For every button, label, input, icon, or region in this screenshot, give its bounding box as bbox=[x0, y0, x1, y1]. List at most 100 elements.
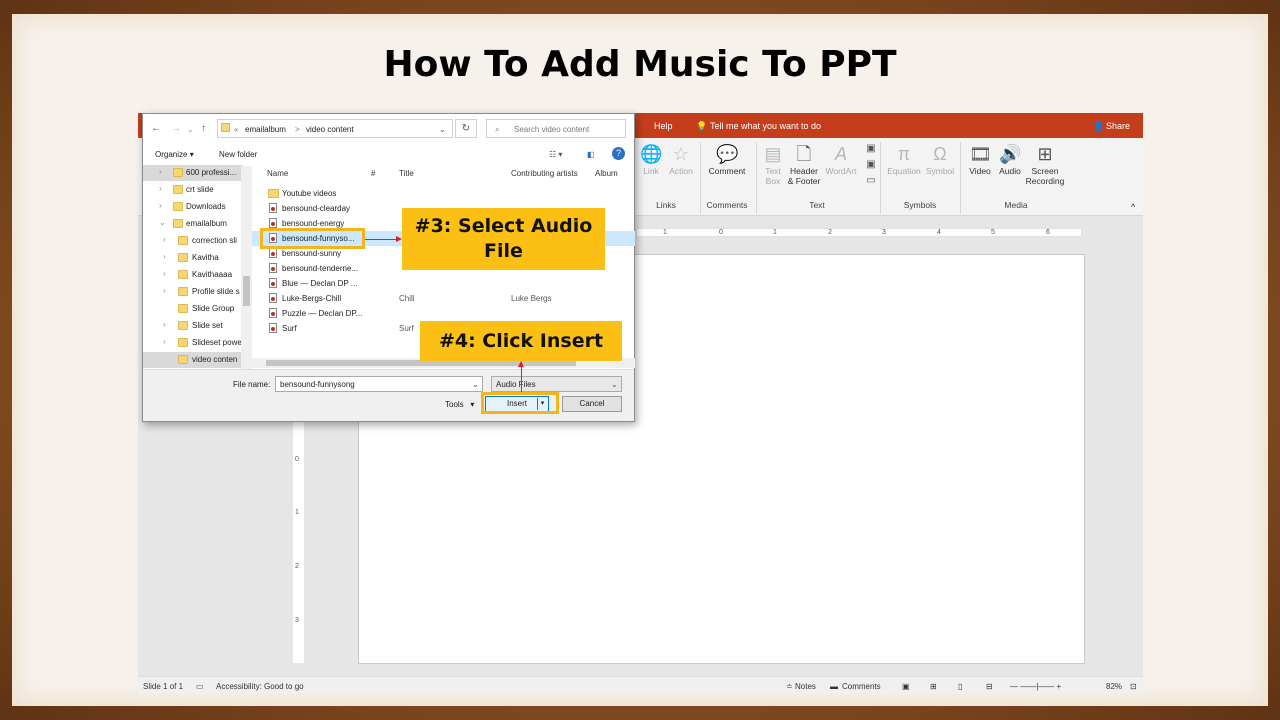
column-name[interactable]: Name bbox=[267, 169, 288, 178]
slide-sorter-icon[interactable]: ⊞ bbox=[930, 682, 937, 691]
comments-button[interactable]: Comments bbox=[842, 682, 881, 691]
search-input[interactable]: ⌕ Search video content bbox=[486, 119, 626, 138]
tree-item[interactable]: › correction sli bbox=[143, 233, 243, 249]
list-item[interactable]: Luke-Bergs-Chill Chill Luke Bergs bbox=[252, 291, 635, 306]
reading-view-icon[interactable]: ▯ bbox=[958, 682, 962, 691]
breadcrumb-video-content[interactable]: video content bbox=[306, 125, 354, 134]
screen-recording-icon: ⊞ bbox=[1037, 144, 1053, 164]
new-folder-button[interactable]: New folder bbox=[219, 150, 257, 159]
column-artists[interactable]: Contributing artists bbox=[511, 169, 578, 178]
header-footer-button[interactable]: 🗋 Header & Footer bbox=[786, 144, 822, 186]
up-arrow-icon[interactable]: ↑ bbox=[201, 123, 206, 134]
tree-item[interactable]: ⌄ emailalbum bbox=[143, 216, 243, 232]
wordart-button[interactable]: A WordArt bbox=[824, 144, 858, 176]
refresh-icon[interactable]: ↻ bbox=[455, 119, 477, 138]
status-bar: Slide 1 of 1 ▭ Accessibility: Good to go… bbox=[138, 676, 1143, 694]
step4-callout: #4: Click Insert bbox=[420, 321, 622, 361]
organize-button[interactable]: Organize ▾ bbox=[155, 150, 194, 159]
omega-icon: Ω bbox=[933, 144, 947, 164]
text-box-button[interactable]: ▤ Text Box bbox=[760, 144, 786, 186]
column-number[interactable]: # bbox=[371, 169, 375, 178]
group-text: Text bbox=[809, 200, 825, 210]
link-button[interactable]: 🌐 Link bbox=[638, 144, 664, 176]
help-icon[interactable]: ? bbox=[612, 147, 625, 160]
insert-highlight-box bbox=[481, 392, 559, 414]
action-button[interactable]: ☆ Action bbox=[666, 144, 696, 176]
normal-view-icon[interactable]: ▣ bbox=[902, 682, 910, 691]
collapse-ribbon-icon[interactable]: ^ bbox=[1128, 202, 1138, 212]
audio-button[interactable]: 🔊 Audio bbox=[996, 144, 1024, 176]
file-name-input[interactable]: bensound-funnysong ⌄ bbox=[275, 376, 483, 392]
tree-item[interactable]: › crt slide bbox=[143, 182, 243, 198]
audio-file-icon bbox=[269, 263, 277, 273]
list-item[interactable]: Puzzle — Declan DP... bbox=[252, 306, 635, 321]
group-links: Links bbox=[656, 200, 676, 210]
slideshow-icon[interactable]: ⊟ bbox=[986, 682, 993, 691]
tree-item[interactable]: › Kavitha bbox=[143, 250, 243, 266]
chevron-down-icon[interactable]: ⌄ bbox=[187, 125, 194, 134]
arrow-line bbox=[365, 239, 396, 240]
tree-item[interactable]: › Kavithaaaa bbox=[143, 267, 243, 283]
accessibility-status[interactable]: Accessibility: Good to go bbox=[216, 682, 304, 691]
cancel-button[interactable]: Cancel bbox=[562, 396, 622, 412]
star-icon: ☆ bbox=[672, 144, 690, 164]
horizontal-ruler: 1 0 1 2 3 4 5 6 bbox=[636, 228, 1082, 237]
audio-file-icon bbox=[269, 218, 277, 228]
tree-item[interactable]: › 600 professi... bbox=[143, 165, 243, 181]
video-button[interactable]: 🎞 Video bbox=[966, 144, 994, 176]
audio-file-icon bbox=[269, 203, 277, 213]
slide-number-icon: ▣ bbox=[866, 159, 876, 170]
navigation-tree: › 600 professi... › crt slide › Downloads ⌄… bbox=[143, 164, 252, 369]
group-separator bbox=[960, 142, 961, 214]
tree-item[interactable]: › Profile slide s bbox=[143, 284, 243, 300]
tree-scrollbar[interactable] bbox=[241, 166, 252, 371]
view-options-icon[interactable]: ☷ ▾ bbox=[549, 150, 562, 159]
group-separator bbox=[700, 142, 701, 214]
header-footer-icon: 🗋 bbox=[796, 144, 812, 164]
group-media: Media bbox=[1004, 200, 1028, 210]
address-bar[interactable]: « emailalbum > video content ⌄ bbox=[217, 119, 453, 138]
tree-item[interactable]: › Downloads bbox=[143, 199, 243, 215]
tree-item[interactable]: Slide Group bbox=[143, 301, 243, 317]
wordart-icon: A bbox=[834, 144, 847, 164]
file-type-select[interactable]: Audio Files ⌄ bbox=[491, 376, 622, 392]
arrow-line bbox=[521, 367, 522, 393]
lightbulb-icon: 💡 bbox=[696, 121, 708, 131]
dialog-footer: File name: bensound-funnysong ⌄ Audio Fi… bbox=[143, 369, 634, 421]
symbol-button[interactable]: Ω Symbol bbox=[924, 144, 956, 176]
notes-button[interactable]: Notes bbox=[795, 682, 816, 691]
tree-item[interactable]: › Slideset powe bbox=[143, 335, 243, 351]
tree-item[interactable]: › Slide set bbox=[143, 318, 243, 334]
chevron-down-icon: ⌄ bbox=[611, 380, 618, 389]
chevron-down-icon[interactable]: ⌄ bbox=[472, 380, 479, 389]
tell-me-box[interactable]: Tell me what you want to do bbox=[710, 121, 821, 131]
chevron-down-icon[interactable]: ⌄ bbox=[439, 125, 446, 134]
screen-recording-button[interactable]: ⊞ Screen Recording bbox=[1024, 144, 1066, 186]
folder-icon bbox=[221, 123, 230, 132]
list-item[interactable]: Blue — Declan DP ... bbox=[252, 276, 635, 291]
help-menu[interactable]: Help bbox=[654, 121, 673, 131]
zoom-slider[interactable]: — ——|—— + bbox=[1010, 682, 1061, 691]
list-item-folder[interactable]: Youtube videos bbox=[252, 186, 635, 201]
fit-slide-icon[interactable]: ⊡ bbox=[1130, 682, 1137, 691]
breadcrumb-emailalbum[interactable]: emailalbum bbox=[245, 125, 286, 134]
arrow-up-icon bbox=[518, 361, 524, 367]
tools-dropdown[interactable]: Tools ▾ bbox=[445, 400, 474, 409]
comment-button[interactable]: 💬 Comment bbox=[704, 144, 750, 176]
share-button[interactable]: Share bbox=[1106, 121, 1130, 131]
step3-callout: #3: Select Audio File bbox=[402, 208, 605, 270]
zoom-level[interactable]: 82% bbox=[1106, 682, 1122, 691]
equation-button[interactable]: π Equation bbox=[884, 144, 924, 176]
group-comments: Comments bbox=[706, 200, 748, 210]
search-icon: ⌕ bbox=[495, 125, 500, 134]
column-title[interactable]: Title bbox=[399, 169, 414, 178]
back-arrow-icon[interactable]: ← bbox=[151, 123, 161, 134]
column-album[interactable]: Album bbox=[595, 169, 618, 178]
slide-title: How To Add Music To PPT bbox=[383, 44, 897, 85]
tree-item-selected[interactable]: video conten bbox=[143, 352, 243, 368]
forward-arrow-icon[interactable]: → bbox=[171, 123, 181, 134]
slide-count: Slide 1 of 1 bbox=[143, 682, 184, 691]
preview-pane-icon[interactable]: ◧ bbox=[587, 150, 595, 159]
spellcheck-icon[interactable]: ▭ bbox=[196, 682, 204, 691]
text-small-tools[interactable]: ▣ ▣ ▭ bbox=[860, 142, 875, 190]
